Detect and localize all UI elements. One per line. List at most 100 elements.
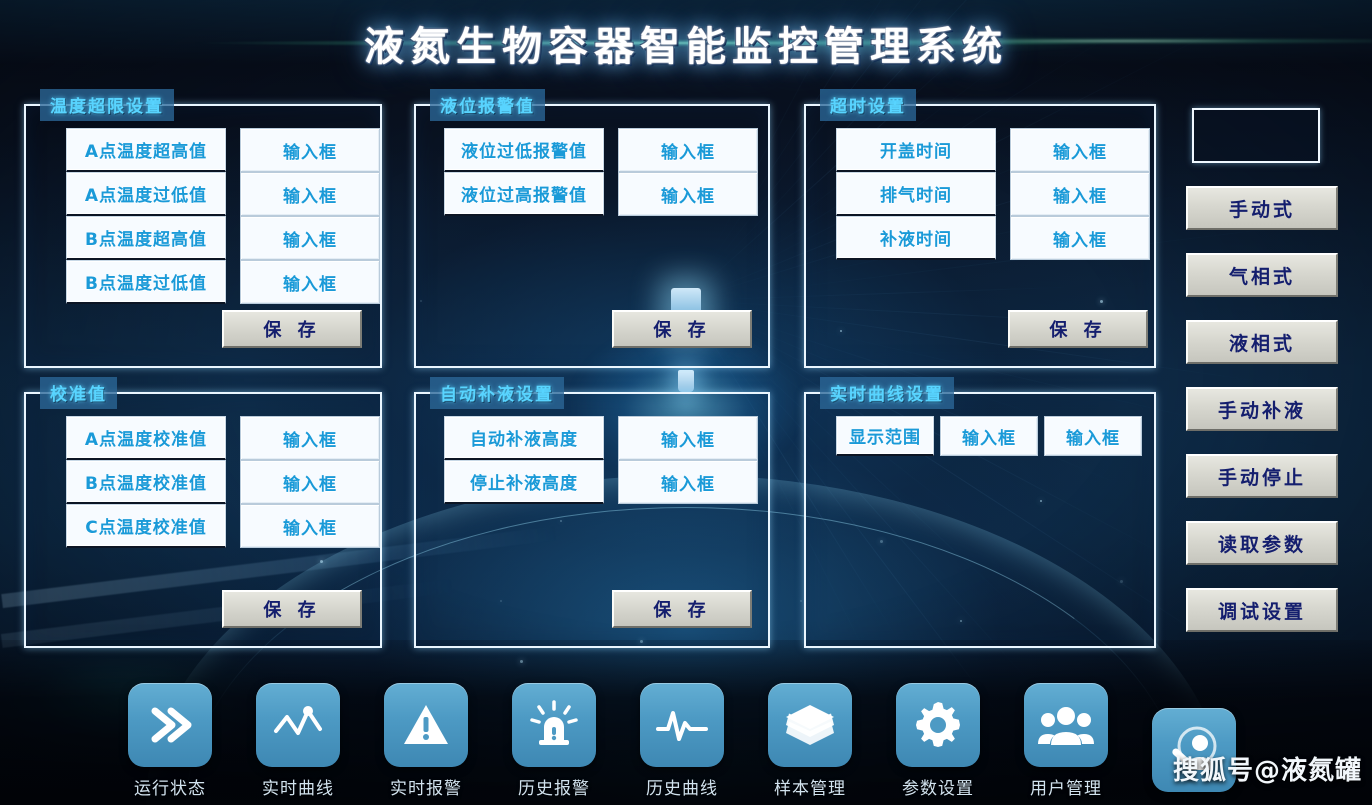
row-label-calibration-1: B点温度校准值: [66, 460, 226, 504]
page-title: 液氮生物容器智能监控管理系统: [364, 24, 1008, 70]
row-label-timeout-2: 补液时间: [836, 216, 996, 260]
input-field-calibration-1[interactable]: 输入框: [240, 460, 380, 504]
input-field-temp-limit-0[interactable]: 输入框: [240, 128, 380, 172]
panel-rows-level-alarm: 液位过低报警值 输入框 液位过高报警值 输入框: [444, 128, 758, 216]
line-chart-icon[interactable]: [256, 683, 340, 767]
alarm-light-icon[interactable]: [512, 683, 596, 767]
settings-row: A点温度超高值 输入框: [66, 128, 380, 172]
input-field-realtime-curve-0[interactable]: 输入框: [940, 416, 1038, 456]
nav-item-2[interactable]: 实时曲线: [250, 683, 346, 799]
nav-item-1[interactable]: 运行状态: [122, 683, 218, 799]
row-label-temp-limit-0: A点温度超高值: [66, 128, 226, 172]
settings-row: A点温度过低值 输入框: [66, 172, 380, 216]
sidebar-button-6[interactable]: 读取参数: [1186, 521, 1338, 565]
input-field-realtime-curve-0-b[interactable]: 输入框: [1044, 416, 1142, 456]
settings-row: 开盖时间 输入框: [836, 128, 1150, 172]
nav-item-8[interactable]: 用户管理: [1018, 683, 1114, 799]
nav-label-7: 参数设置: [902, 779, 974, 799]
input-field-auto-refill-0[interactable]: 输入框: [618, 416, 758, 460]
sidebar-button-2[interactable]: 气相式: [1186, 253, 1338, 297]
settings-row: B点温度校准值 输入框: [66, 460, 380, 504]
panel-title-realtime-curve: 实时曲线设置: [820, 377, 954, 409]
row-label-calibration-0: A点温度校准值: [66, 416, 226, 460]
input-field-auto-refill-1[interactable]: 输入框: [618, 460, 758, 504]
save-button-calibration[interactable]: 保 存: [222, 590, 362, 628]
nav-label-8: 用户管理: [1030, 779, 1102, 799]
particle: [800, 600, 802, 602]
settings-row: 停止补液高度 输入框: [444, 460, 758, 504]
input-field-timeout-2[interactable]: 输入框: [1010, 216, 1150, 260]
nav-label-1: 运行状态: [134, 779, 206, 799]
row-label-timeout-0: 开盖时间: [836, 128, 996, 172]
nav-label-2: 实时曲线: [262, 779, 334, 799]
row-label-realtime-curve-0: 显示范围: [836, 416, 934, 456]
panel-temp-limit: 温度超限设置 A点温度超高值 输入框 A点温度过低值 输入框 B点温度超高值 输入框 B点温度…: [24, 89, 382, 368]
sidebar-button-3[interactable]: 液相式: [1186, 320, 1338, 364]
save-button-level-alarm[interactable]: 保 存: [612, 310, 752, 348]
panel-timeout: 超时设置 开盖时间 输入框 排气时间 输入框 补液时间 输入框保 存: [804, 89, 1156, 368]
input-field-level-alarm-1[interactable]: 输入框: [618, 172, 758, 216]
panel-level-alarm: 液位报警值 液位过低报警值 输入框 液位过高报警值 输入框保 存: [414, 89, 770, 368]
layers-icon[interactable]: [768, 683, 852, 767]
nav-label-4: 历史报警: [518, 779, 590, 799]
input-field-temp-limit-3[interactable]: 输入框: [240, 260, 380, 304]
row-label-level-alarm-1: 液位过高报警值: [444, 172, 604, 216]
row-label-temp-limit-1: A点温度过低值: [66, 172, 226, 216]
panel-rows-realtime-curve: 显示范围 输入框 输入框: [836, 416, 1142, 456]
row-label-calibration-2: C点温度校准值: [66, 504, 226, 548]
title-bar: 液氮生物容器智能监控管理系统: [0, 14, 1372, 72]
panel-calibration: 校准值 A点温度校准值 输入框 B点温度校准值 输入框 C点温度校准值 输入框保 存: [24, 377, 382, 648]
row-label-timeout-1: 排气时间: [836, 172, 996, 216]
settings-row: B点温度过低值 输入框: [66, 260, 380, 304]
save-button-timeout[interactable]: 保 存: [1008, 310, 1148, 348]
panel-rows-calibration: A点温度校准值 输入框 B点温度校准值 输入框 C点温度校准值 输入框: [66, 416, 380, 548]
panel-rows-temp-limit: A点温度超高值 输入框 A点温度过低值 输入框 B点温度超高值 输入框 B点温度过低值 输入框: [66, 128, 380, 304]
users-icon[interactable]: [1024, 683, 1108, 767]
input-field-timeout-1[interactable]: 输入框: [1010, 172, 1150, 216]
row-label-temp-limit-3: B点温度过低值: [66, 260, 226, 304]
input-field-calibration-2[interactable]: 输入框: [240, 504, 380, 548]
watermark: 搜狐号@液氮罐: [1172, 756, 1362, 786]
nav-label-5: 历史曲线: [646, 779, 718, 799]
row-label-level-alarm-0: 液位过低报警值: [444, 128, 604, 172]
nav-label-3: 实时报警: [390, 779, 462, 799]
row-label-auto-refill-1: 停止补液高度: [444, 460, 604, 504]
settings-row: 补液时间 输入框: [836, 216, 1150, 260]
settings-row: 显示范围 输入框 输入框: [836, 416, 1142, 456]
nav-item-6[interactable]: 样本管理: [762, 683, 858, 799]
input-field-temp-limit-2[interactable]: 输入框: [240, 216, 380, 260]
panel-title-temp-limit: 温度超限设置: [40, 89, 174, 121]
panel-title-calibration: 校准值: [40, 377, 117, 409]
panel-title-timeout: 超时设置: [820, 89, 916, 121]
panel-realtime-curve: 实时曲线设置 显示范围 输入框 输入框: [804, 377, 1156, 648]
panel-rows-auto-refill: 自动补液高度 输入框 停止补液高度 输入框: [444, 416, 758, 504]
double-chevron-icon[interactable]: [128, 683, 212, 767]
pulse-wave-icon[interactable]: [640, 683, 724, 767]
save-button-temp-limit[interactable]: 保 存: [222, 310, 362, 348]
settings-row: 排气时间 输入框: [836, 172, 1150, 216]
sidebar-button-1[interactable]: 手动式: [1186, 186, 1338, 230]
settings-row: 液位过高报警值 输入框: [444, 172, 758, 216]
nav-label-6: 样本管理: [774, 779, 846, 799]
nav-item-4[interactable]: 历史报警: [506, 683, 602, 799]
sidebar-button-7[interactable]: 调试设置: [1186, 588, 1338, 632]
warning-triangle-icon[interactable]: [384, 683, 468, 767]
row-label-temp-limit-2: B点温度超高值: [66, 216, 226, 260]
row-label-auto-refill-0: 自动补液高度: [444, 416, 604, 460]
input-field-timeout-0[interactable]: 输入框: [1010, 128, 1150, 172]
panel-rows-timeout: 开盖时间 输入框 排气时间 输入框 补液时间 输入框: [836, 128, 1150, 260]
input-field-temp-limit-1[interactable]: 输入框: [240, 172, 380, 216]
settings-row: C点温度校准值 输入框: [66, 504, 380, 548]
save-button-auto-refill[interactable]: 保 存: [612, 590, 752, 628]
nav-item-5[interactable]: 历史曲线: [634, 683, 730, 799]
gear-icon[interactable]: [896, 683, 980, 767]
nav-item-3[interactable]: 实时报警: [378, 683, 474, 799]
panel-auto-refill: 自动补液设置 自动补液高度 输入框 停止补液高度 输入框保 存: [414, 377, 770, 648]
settings-row: B点温度超高值 输入框: [66, 216, 380, 260]
sidebar-button-5[interactable]: 手动停止: [1186, 454, 1338, 498]
input-field-level-alarm-0[interactable]: 输入框: [618, 128, 758, 172]
nav-item-7[interactable]: 参数设置: [890, 683, 986, 799]
input-field-calibration-0[interactable]: 输入框: [240, 416, 380, 460]
settings-row: 自动补液高度 输入框: [444, 416, 758, 460]
sidebar-button-4[interactable]: 手动补液: [1186, 387, 1338, 431]
